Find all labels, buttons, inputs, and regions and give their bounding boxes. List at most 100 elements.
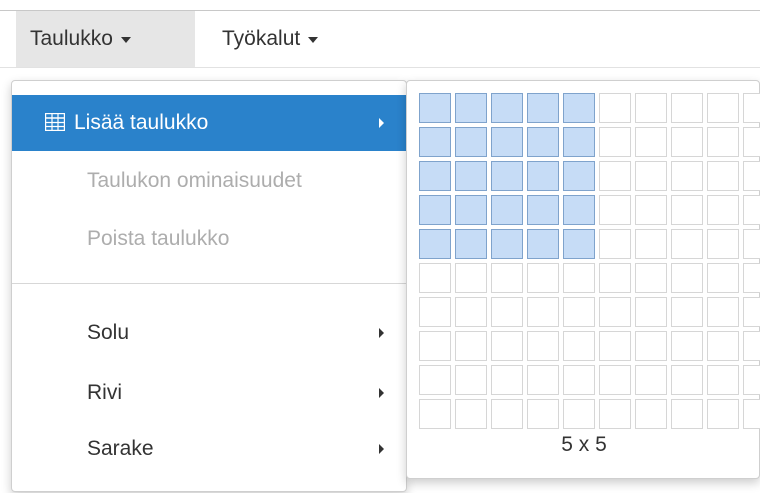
grid-cell[interactable]: [743, 263, 760, 293]
grid-cell[interactable]: [455, 161, 487, 191]
grid-cell[interactable]: [419, 161, 451, 191]
grid-cell[interactable]: [455, 93, 487, 123]
grid-cell[interactable]: [635, 195, 667, 225]
grid-cell[interactable]: [419, 229, 451, 259]
grid-cell[interactable]: [635, 229, 667, 259]
grid-cell[interactable]: [455, 365, 487, 395]
grid-cell[interactable]: [599, 399, 631, 429]
grid-cell[interactable]: [635, 263, 667, 293]
grid-cell[interactable]: [563, 297, 595, 327]
menubar-item-taulukko[interactable]: Taulukko: [16, 11, 195, 67]
grid-cell[interactable]: [419, 331, 451, 361]
grid-cell[interactable]: [491, 127, 523, 157]
grid-cell[interactable]: [599, 229, 631, 259]
grid-cell[interactable]: [563, 331, 595, 361]
menu-item-cell[interactable]: Solu: [12, 305, 406, 361]
menu-item-row[interactable]: Rivi: [12, 365, 406, 421]
grid-cell[interactable]: [707, 229, 739, 259]
grid-cell[interactable]: [743, 331, 760, 361]
grid-cell[interactable]: [707, 297, 739, 327]
grid-cell[interactable]: [599, 161, 631, 191]
grid-cell[interactable]: [599, 93, 631, 123]
grid-cell[interactable]: [743, 365, 760, 395]
grid-cell[interactable]: [419, 365, 451, 395]
grid-cell[interactable]: [707, 399, 739, 429]
grid-cell[interactable]: [455, 297, 487, 327]
grid-cell[interactable]: [491, 365, 523, 395]
menu-item-column[interactable]: Sarake: [12, 421, 406, 477]
grid-cell[interactable]: [419, 93, 451, 123]
grid-cell[interactable]: [671, 331, 703, 361]
grid-cell[interactable]: [671, 161, 703, 191]
grid-cell[interactable]: [743, 93, 760, 123]
grid-cell[interactable]: [671, 297, 703, 327]
grid-cell[interactable]: [671, 127, 703, 157]
grid-cell[interactable]: [527, 127, 559, 157]
grid-cell[interactable]: [707, 127, 739, 157]
grid-cell[interactable]: [599, 365, 631, 395]
grid-cell[interactable]: [563, 195, 595, 225]
grid-cell[interactable]: [707, 331, 739, 361]
grid-cell[interactable]: [527, 229, 559, 259]
grid-cell[interactable]: [707, 161, 739, 191]
grid-cell[interactable]: [671, 229, 703, 259]
grid-cell[interactable]: [419, 263, 451, 293]
grid-cell[interactable]: [455, 399, 487, 429]
grid-cell[interactable]: [743, 297, 760, 327]
grid-cell[interactable]: [527, 93, 559, 123]
grid-cell[interactable]: [707, 365, 739, 395]
grid-cell[interactable]: [419, 297, 451, 327]
grid-cell[interactable]: [455, 263, 487, 293]
grid-cell[interactable]: [707, 195, 739, 225]
grid-cell[interactable]: [455, 127, 487, 157]
menubar-item-tyokalut[interactable]: Työkalut: [208, 11, 364, 67]
grid-cell[interactable]: [671, 93, 703, 123]
grid-cell[interactable]: [599, 127, 631, 157]
grid-cell[interactable]: [599, 263, 631, 293]
grid-cell[interactable]: [527, 331, 559, 361]
grid-cell[interactable]: [563, 263, 595, 293]
grid-cell[interactable]: [419, 195, 451, 225]
grid-cell[interactable]: [635, 297, 667, 327]
grid-cell[interactable]: [419, 399, 451, 429]
grid-cell[interactable]: [743, 127, 760, 157]
grid-cell[interactable]: [707, 263, 739, 293]
grid-cell[interactable]: [527, 365, 559, 395]
grid-cell[interactable]: [743, 195, 760, 225]
grid-cell[interactable]: [599, 195, 631, 225]
grid-cell[interactable]: [455, 195, 487, 225]
grid-cell[interactable]: [527, 399, 559, 429]
grid-cell[interactable]: [599, 331, 631, 361]
grid-cell[interactable]: [743, 229, 760, 259]
grid-cell[interactable]: [527, 161, 559, 191]
grid-cell[interactable]: [491, 195, 523, 225]
grid-cell[interactable]: [743, 399, 760, 429]
grid-cell[interactable]: [419, 127, 451, 157]
grid-cell[interactable]: [563, 161, 595, 191]
grid-cell[interactable]: [671, 399, 703, 429]
grid-cell[interactable]: [635, 161, 667, 191]
grid-cell[interactable]: [635, 365, 667, 395]
grid-cell[interactable]: [563, 399, 595, 429]
grid-cell[interactable]: [743, 161, 760, 191]
grid-cell[interactable]: [455, 229, 487, 259]
grid-cell[interactable]: [671, 365, 703, 395]
grid-cell[interactable]: [491, 229, 523, 259]
grid-cell[interactable]: [527, 263, 559, 293]
grid-cell[interactable]: [455, 331, 487, 361]
grid-cell[interactable]: [491, 93, 523, 123]
grid-cell[interactable]: [491, 263, 523, 293]
grid-cell[interactable]: [527, 297, 559, 327]
grid-cell[interactable]: [635, 399, 667, 429]
grid-cell[interactable]: [491, 331, 523, 361]
grid-cell[interactable]: [563, 229, 595, 259]
grid-cell[interactable]: [527, 195, 559, 225]
grid-cell[interactable]: [491, 399, 523, 429]
grid-cell[interactable]: [563, 127, 595, 157]
grid-cell[interactable]: [563, 93, 595, 123]
grid-cell[interactable]: [707, 93, 739, 123]
grid-cell[interactable]: [671, 263, 703, 293]
grid-cell[interactable]: [671, 195, 703, 225]
grid-cell[interactable]: [491, 297, 523, 327]
grid-cell[interactable]: [635, 127, 667, 157]
